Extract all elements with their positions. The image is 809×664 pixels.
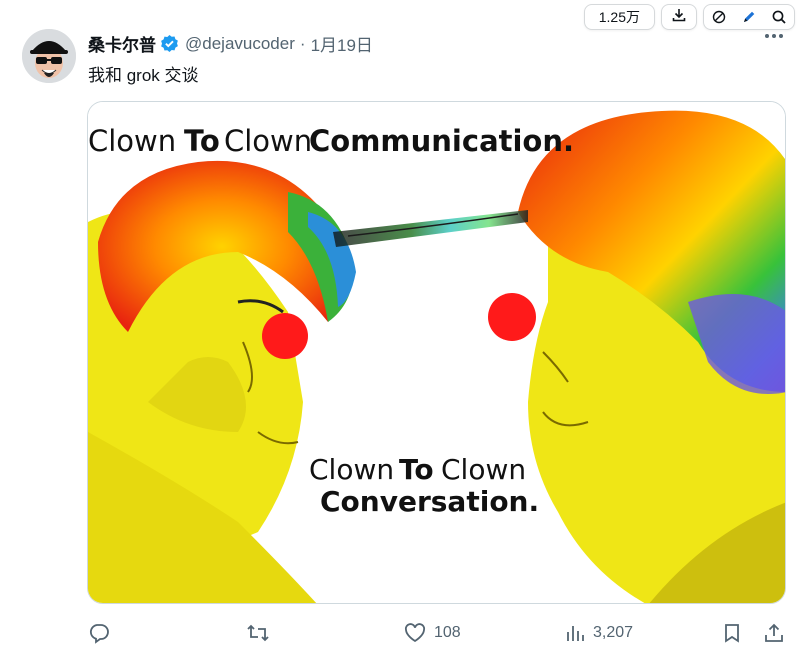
like-count: 108 [434, 624, 461, 641]
views-count: 3,207 [593, 624, 634, 641]
tools-group [703, 4, 795, 30]
author-handle[interactable]: @dejavucoder [185, 34, 295, 54]
search-icon[interactable] [770, 9, 788, 25]
separator-dot: · [299, 33, 306, 53]
more-icon[interactable] [765, 34, 783, 38]
caption-bottom-1: Clown [309, 453, 394, 486]
caption-bottom-2: To [399, 453, 434, 486]
views-count-button[interactable]: 1.25万 [583, 4, 655, 30]
caption-top-1: Clown [88, 124, 176, 158]
caption-bottom-4: Conversation. [320, 485, 539, 518]
retweet-icon [246, 622, 270, 644]
pen-icon[interactable] [740, 9, 758, 25]
bookmark-icon [722, 622, 742, 644]
download-button[interactable] [661, 4, 697, 30]
reply-icon [88, 622, 110, 644]
verified-badge-icon [160, 34, 179, 53]
tweet-text: 我和 grok 交谈 [88, 66, 199, 85]
reply-button[interactable] [88, 622, 110, 644]
display-name[interactable]: 桑卡尔普 [88, 31, 156, 56]
caption-bottom-3: Clown [441, 453, 526, 486]
views-button[interactable]: 3,207 [565, 622, 633, 644]
caption-top-3: Clown [224, 124, 312, 158]
tweet-media[interactable]: Clown To Clown Communication. Clown To C… [87, 101, 786, 604]
tweet-date[interactable]: 1月19日 [311, 31, 373, 56]
like-button[interactable]: 108 [404, 622, 461, 644]
like-icon [404, 622, 426, 644]
bookmark-button[interactable] [722, 622, 742, 644]
views-count-label: 1.25万 [598, 9, 640, 25]
action-bar: 108 3,207 [0, 622, 809, 648]
right-clown-nose [488, 293, 536, 341]
left-clown-nose [262, 313, 308, 359]
retweet-button[interactable] [246, 622, 270, 644]
avatar[interactable] [22, 29, 76, 83]
top-toolbar: 1.25万 [583, 4, 795, 30]
share-icon [763, 622, 785, 644]
caption-top-2: To [184, 124, 220, 158]
download-icon [671, 7, 687, 28]
meme-image: Clown To Clown Communication. Clown To C… [88, 102, 785, 603]
slash-circle-icon[interactable] [710, 10, 728, 24]
views-icon [565, 622, 585, 644]
caption-top-4: Communication. [309, 124, 574, 158]
author-row: 桑卡尔普 @dejavucoder · 1月19日 [88, 31, 373, 56]
share-button[interactable] [763, 622, 785, 644]
